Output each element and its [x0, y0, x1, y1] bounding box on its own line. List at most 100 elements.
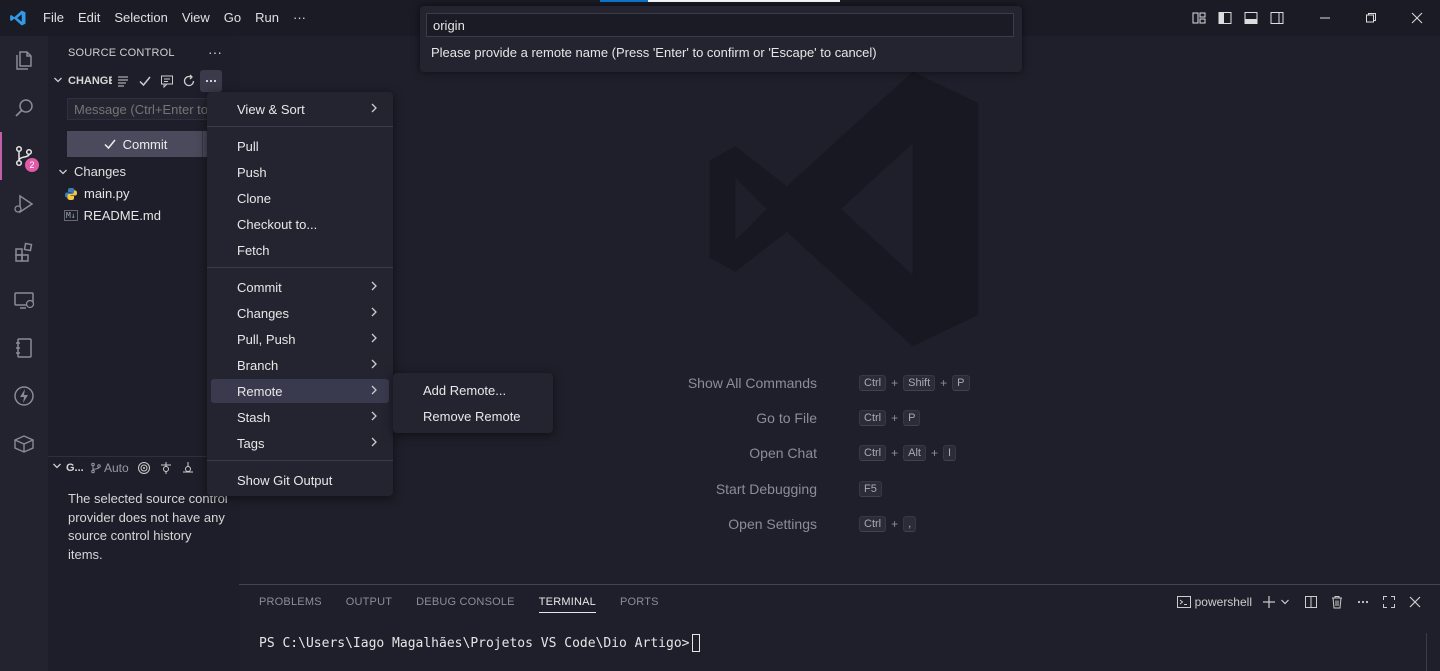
- close-icon[interactable]: [1394, 0, 1440, 36]
- menu-file[interactable]: File: [36, 0, 71, 36]
- terminal-scrollbar[interactable]: [1426, 633, 1440, 671]
- maximize-panel-icon[interactable]: [1380, 593, 1398, 611]
- menu-go[interactable]: Go: [217, 0, 248, 36]
- extensions-icon[interactable]: [0, 228, 48, 276]
- list-item[interactable]: M↓ README.md: [64, 208, 161, 223]
- more-actions-icon[interactable]: [200, 70, 222, 92]
- menu-item-push[interactable]: Push: [211, 160, 389, 184]
- refresh-icon[interactable]: [178, 70, 200, 92]
- explorer-icon[interactable]: [0, 36, 48, 84]
- run-debug-icon[interactable]: [0, 180, 48, 228]
- menu-item-remove-remote[interactable]: Remove Remote: [397, 404, 549, 428]
- file-name: main.py: [84, 186, 130, 201]
- toggle-primary-sidebar-icon[interactable]: [1212, 0, 1238, 36]
- tab-problems[interactable]: PROBLEMS: [259, 596, 322, 613]
- commit-message-input[interactable]: [67, 98, 227, 120]
- key-cap: F5: [859, 481, 882, 497]
- menu-item-label: Push: [237, 164, 267, 180]
- menu-more[interactable]: ···: [286, 0, 313, 36]
- split-terminal-icon[interactable]: [1302, 593, 1320, 611]
- key-cap: ,: [903, 516, 917, 532]
- remote-name-input[interactable]: [426, 13, 1014, 37]
- changes-section-header[interactable]: CHANGES: [48, 70, 239, 92]
- commit-button-label: Commit: [122, 136, 168, 152]
- target-icon[interactable]: [133, 457, 155, 479]
- menu-item-pull[interactable]: Pull: [211, 134, 389, 158]
- menu-item-checkout[interactable]: Checkout to...: [211, 212, 389, 236]
- menu-item-label: Clone: [237, 190, 271, 206]
- shortcut-label: Open Settings: [728, 516, 817, 532]
- package-icon[interactable]: [0, 420, 48, 468]
- menu-item-stash[interactable]: Stash: [211, 405, 389, 429]
- graph-auto-label: Auto: [104, 460, 129, 475]
- lightning-icon[interactable]: [0, 372, 48, 420]
- menu-item-tags[interactable]: Tags: [211, 431, 389, 455]
- notebook-icon[interactable]: [0, 324, 48, 372]
- menu-selection[interactable]: Selection: [107, 0, 174, 36]
- commit-button[interactable]: Commit: [67, 131, 203, 157]
- tab-ports[interactable]: PORTS: [620, 596, 659, 613]
- search-icon[interactable]: [0, 84, 48, 132]
- menu-edit[interactable]: Edit: [71, 0, 107, 36]
- trash-icon[interactable]: [1328, 593, 1346, 611]
- menu-item-remote[interactable]: Remote: [211, 379, 389, 403]
- chevron-right-icon: [369, 383, 379, 400]
- menu-view[interactable]: View: [175, 0, 217, 36]
- vscode-watermark-icon: [709, 71, 979, 347]
- tab-output[interactable]: OUTPUT: [346, 596, 392, 613]
- menu-item-view-sort[interactable]: View & Sort: [211, 97, 389, 121]
- toggle-panel-icon[interactable]: [1238, 0, 1264, 36]
- terminal-prompt-line[interactable]: PS C:\Users\Iago Magalhães\Projetos VS C…: [259, 634, 701, 652]
- terminal-prompt: PS C:\Users\Iago Magalhães\Projetos VS C…: [259, 635, 690, 651]
- minimize-icon[interactable]: [1302, 0, 1348, 36]
- tab-debug-console[interactable]: DEBUG CONSOLE: [416, 596, 515, 613]
- pull-icon[interactable]: [177, 457, 199, 479]
- menu-item-pull-push[interactable]: Pull, Push: [211, 327, 389, 351]
- terminal-name[interactable]: powershell: [1195, 595, 1252, 609]
- menu-item-clone[interactable]: Clone: [211, 186, 389, 210]
- generate-message-icon[interactable]: [156, 70, 178, 92]
- toggle-secondary-sidebar-icon[interactable]: [1264, 0, 1290, 36]
- customize-layout-icon[interactable]: [1186, 0, 1212, 36]
- fetch-icon[interactable]: [155, 457, 177, 479]
- remote-explorer-icon[interactable]: [0, 276, 48, 324]
- changes-section-title: CHANGES: [68, 75, 112, 87]
- list-item[interactable]: main.py: [64, 186, 130, 201]
- quick-input-widget: Please provide a remote name (Press 'Ent…: [420, 6, 1022, 72]
- chevron-right-icon: [369, 435, 379, 452]
- source-control-icon[interactable]: 2: [0, 132, 48, 180]
- sidebar-title: SOURCE CONTROL: [68, 47, 175, 59]
- menu-item-add-remote[interactable]: Add Remote...: [397, 378, 549, 402]
- check-icon: [104, 139, 116, 150]
- menu-item-label: Commit: [237, 279, 282, 295]
- menu-item-show-git-output[interactable]: Show Git Output: [211, 468, 389, 492]
- chevron-right-icon: [369, 331, 379, 348]
- menu-item-label: Pull: [237, 138, 259, 154]
- shortcut-label: Go to File: [756, 410, 817, 426]
- menu-item-label: Show Git Output: [237, 472, 333, 488]
- restore-icon[interactable]: [1348, 0, 1394, 36]
- branch-icon: [91, 462, 101, 473]
- sidebar-more-button[interactable]: ···: [208, 44, 222, 60]
- chevron-down-icon[interactable]: [1276, 593, 1294, 611]
- bottom-panel: PROBLEMS OUTPUT DEBUG CONSOLE TERMINAL P…: [239, 584, 1440, 671]
- changes-group[interactable]: Changes: [58, 164, 126, 179]
- close-panel-icon[interactable]: [1406, 593, 1424, 611]
- menu-item-branch[interactable]: Branch: [211, 353, 389, 377]
- menu-item-changes[interactable]: Changes: [211, 301, 389, 325]
- chevron-right-icon: [369, 101, 379, 118]
- file-name: README.md: [83, 208, 161, 223]
- chevron-right-icon: [369, 357, 379, 374]
- menu-bar: File Edit Selection View Go Run ···: [36, 0, 313, 36]
- graph-empty-message: The selected source control provider doe…: [68, 491, 228, 562]
- menu-item-commit[interactable]: Commit: [211, 275, 389, 299]
- menu-run[interactable]: Run: [248, 0, 286, 36]
- tab-terminal[interactable]: TERMINAL: [538, 596, 596, 613]
- source-control-badge: 2: [25, 158, 39, 172]
- commit-check-icon[interactable]: [134, 70, 156, 92]
- menu-item-fetch[interactable]: Fetch: [211, 238, 389, 262]
- more-actions-icon[interactable]: [1354, 593, 1372, 611]
- key-cap: Ctrl: [859, 375, 887, 391]
- graph-auto-toggle[interactable]: Auto: [90, 461, 129, 475]
- view-as-list-icon[interactable]: [112, 70, 134, 92]
